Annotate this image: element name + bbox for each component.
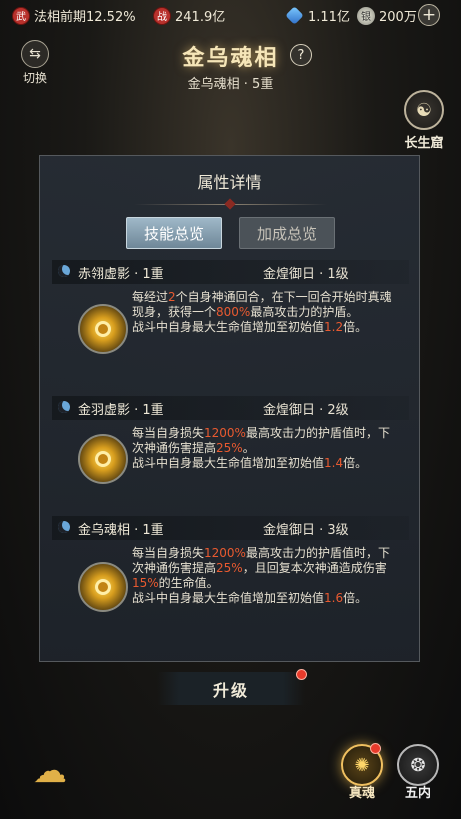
crystal-icon [285,6,304,25]
highlight-value: 25% [216,441,243,455]
moon-icon [58,521,70,533]
description-text: 倍。 [343,320,368,334]
skill-description: 每当自身损失1200%最高攻击力的护盾值时，下次神通伤害提高25%。 战斗中自身最… [132,426,397,471]
battle-power-value: 241.9亿 [175,10,226,25]
description-text: 每当自身损失 [132,546,205,560]
skill-name: 金羽虚影 · 1重 [78,402,164,418]
nav-five-organs[interactable]: ❂ 五内 [394,744,442,801]
skill-name: 赤翎虚影 · 1重 [78,266,164,282]
longlife-cave-button[interactable]: ☯ 长生窟 [396,90,452,151]
battle-power-icon: 战 [153,6,171,25]
moon-icon [58,265,70,277]
highlight-value: 800% [216,305,251,319]
plus-icon[interactable]: + [418,4,440,26]
page-subtitle: 金乌魂相 · 5重 [187,77,274,92]
description-text: 最高攻击力的护盾。 [250,305,359,319]
longlife-cave-icon: ☯ [404,90,444,130]
skill-header: 金乌魂相 · 1重 金煌御日 · 3级 [52,516,409,540]
longlife-cave-label: 长生窟 [404,136,444,151]
battle-power: 战 241.9亿 [153,6,225,25]
skill-description: 每当自身损失1200%最高攻击力的护盾值时，下次神通伤害提高25%，且回复本次神… [132,546,397,606]
description-text: 战斗中自身最大生命值增加至初始值 [132,591,325,605]
attribute-details-panel: 属性详情 技能总览 加成总览 赤翎虚影 · 1重 金煌御日 · 1级 每经过2个… [39,155,420,662]
description-text: ，且回复本次神通造成伤害 [242,561,387,575]
help-icon[interactable]: ? [290,44,312,66]
description-text: 的生命值。 [158,576,219,590]
tab-skill-overview[interactable]: 技能总览 [126,217,222,249]
silver-coin-icon: 银 [357,6,375,25]
skill-level: 金煌御日 · 1级 [263,266,349,282]
highlight-value: 1.6 [324,591,344,605]
skill-header: 金羽虚影 · 1重 金煌御日 · 2级 [52,396,409,420]
highlight-value: 25% [216,561,243,575]
skill-level: 金煌御日 · 3级 [263,522,349,538]
description-text: 战斗中自身最大生命值增加至初始值 [132,320,325,334]
skill-description: 每经过2个自身神通回合，在下一回合开始时真魂现身，获得一个800%最高攻击力的护… [132,290,397,335]
highlight-value: 2 [168,290,176,304]
upgrade-button[interactable]: 升级 [157,672,305,705]
realm-label: 法相前期12.52% [34,10,136,25]
skill-level: 金煌御日 · 2级 [263,402,349,418]
true-soul-badge [370,743,381,754]
skill-header: 赤翎虚影 · 1重 金煌御日 · 1级 [52,260,409,284]
panel-title: 属性详情 [197,173,262,192]
skill-card: 赤翎虚影 · 1重 金煌御日 · 1级 每经过2个自身神通回合，在下一回合开始时… [52,260,409,380]
highlight-value: 1200% [204,546,246,560]
realm-progress: 武 法相前期12.52% [12,6,136,25]
auspicious-cloud-icon[interactable]: ☁ [22,754,78,788]
page-title: 金乌魂相 [182,45,279,71]
golden-orb-icon [78,304,128,354]
moon-icon [58,401,70,413]
description-text: 倍。 [343,456,368,470]
silver-value: 200万 [379,10,417,25]
description-text: 战斗中自身最大生命值增加至初始值 [132,456,325,470]
highlight-value: 1.2 [324,320,344,334]
tab-bonus-overview[interactable]: 加成总览 [239,217,335,249]
golden-orb-icon [78,434,128,484]
skill-card: 金乌魂相 · 1重 金煌御日 · 3级 每当自身损失1200%最高攻击力的护盾值… [52,516,409,636]
nav-five-organs-label: 五内 [404,786,431,801]
skill-name: 金乌魂相 · 1重 [78,522,164,538]
resource-bar: 武 法相前期12.52% 战 241.9亿 1.11亿 银 200万 + [0,0,461,30]
description-text: 。 [242,441,255,455]
nav-true-soul-label: 真魂 [348,786,375,801]
silver-currency[interactable]: 银 200万 [357,6,417,25]
divider-gem-icon [224,198,236,210]
description-text: 倍。 [343,591,368,605]
upgrade-badge [296,669,307,680]
highlight-value: 1200% [204,426,246,440]
skill-card: 金羽虚影 · 1重 金煌御日 · 2级 每当自身损失1200%最高攻击力的护盾值… [52,396,409,496]
description-text: 每当自身损失 [132,426,205,440]
five-organs-icon: ❂ [397,744,439,786]
highlight-value: 15% [132,576,159,590]
crystal-value: 1.11亿 [308,10,350,25]
description-text: 每经过 [132,290,169,304]
golden-orb-icon [78,562,128,612]
crystal-currency[interactable]: 1.11亿 [285,6,350,25]
realm-icon: 武 [12,6,30,25]
highlight-value: 1.4 [324,456,344,470]
